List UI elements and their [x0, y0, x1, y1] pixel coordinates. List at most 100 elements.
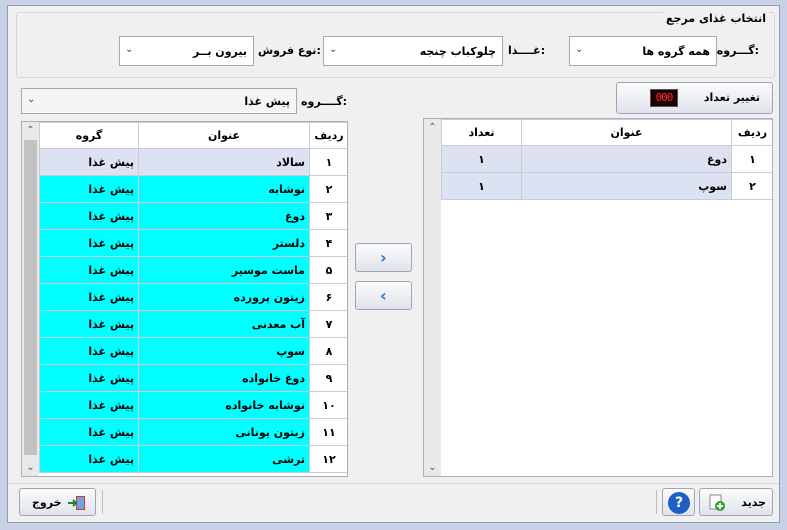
toolbar-separator: [656, 490, 657, 514]
row-number-cell[interactable]: ۲: [309, 175, 347, 203]
new-button[interactable]: جدید: [699, 488, 773, 516]
group-cell[interactable]: پیش غذا: [39, 310, 139, 338]
row-number-cell[interactable]: ۱۱: [309, 418, 347, 446]
group-cell[interactable]: پیش غذا: [39, 283, 139, 311]
row-number-cell[interactable]: ۱۰: [309, 391, 347, 419]
sale-type-label: نوع فروش:: [258, 44, 321, 57]
scroll-up-icon[interactable]: ⌃: [22, 122, 39, 139]
scroll-down-icon[interactable]: ⌄: [22, 459, 39, 476]
help-icon: ?: [668, 492, 690, 514]
col-header-count[interactable]: تعداد: [441, 119, 522, 146]
group-cell[interactable]: پیش غذا: [39, 148, 139, 176]
table-row[interactable]: پیش غذا ماست موسیر ۵: [39, 256, 347, 284]
reference-items-scrollbar[interactable]: ⌃ ⌄: [424, 119, 441, 476]
table-row[interactable]: پیش غذا سوپ ۸: [39, 337, 347, 365]
row-number-cell[interactable]: ۱: [731, 145, 772, 173]
title-cell[interactable]: سوپ: [521, 172, 732, 200]
table-row[interactable]: پیش غذا دوغ خانواده ۹: [39, 364, 347, 392]
title-cell[interactable]: سالاد: [138, 148, 310, 176]
title-cell[interactable]: آب معدنی: [138, 310, 310, 338]
counter-display: 000: [650, 89, 678, 107]
row-number-cell[interactable]: ۶: [309, 283, 347, 311]
sale-type-value: بیرون بــر: [192, 45, 247, 58]
table-row[interactable]: ۱ سوپ ۲: [441, 172, 772, 200]
scroll-thumb[interactable]: [24, 140, 37, 455]
help-button[interactable]: ?: [662, 488, 695, 516]
title-cell[interactable]: زیتون پرورده: [138, 283, 310, 311]
food-filter-dropdown[interactable]: چلوکباب چنجه ⌄: [323, 36, 503, 66]
row-number-cell[interactable]: ۳: [309, 202, 347, 230]
group-filter-dropdown[interactable]: همه گروه ها ⌄: [569, 36, 717, 66]
chevron-down-icon: ⌄: [27, 94, 36, 105]
title-cell[interactable]: ترشی: [138, 445, 310, 473]
group-cell[interactable]: پیش غذا: [39, 256, 139, 284]
scroll-up-icon[interactable]: ⌃: [424, 119, 441, 136]
new-document-icon: [708, 494, 726, 512]
col-header-row[interactable]: ردیف: [731, 119, 772, 146]
row-number-cell[interactable]: ۲: [731, 172, 772, 200]
group-cell[interactable]: پیش غذا: [39, 229, 139, 257]
table-row[interactable]: پیش غذا دوغ ۳: [39, 202, 347, 230]
left-group-value: پیش غذا: [244, 95, 290, 108]
row-number-cell[interactable]: ۵: [309, 256, 347, 284]
change-count-button[interactable]: 000 تغییر تعداد: [616, 82, 773, 114]
left-group-dropdown[interactable]: پیش غذا ⌄: [21, 88, 297, 114]
table-row[interactable]: پیش غذا سالاد ۱: [39, 148, 347, 176]
table-row[interactable]: پیش غذا نوشابه ۲: [39, 175, 347, 203]
chevron-down-icon: ⌄: [329, 44, 338, 55]
group-cell[interactable]: پیش غذا: [39, 364, 139, 392]
count-cell[interactable]: ۱: [441, 145, 522, 173]
title-cell[interactable]: دوغ: [138, 202, 310, 230]
table-row[interactable]: پیش غذا ترشی ۱۲: [39, 445, 347, 473]
left-group-label: گــــروه:: [301, 95, 348, 108]
row-number-cell[interactable]: ۴: [309, 229, 347, 257]
group-cell[interactable]: پیش غذا: [39, 418, 139, 446]
group-cell[interactable]: پیش غذا: [39, 445, 139, 473]
col-header-title[interactable]: عنوان: [138, 122, 310, 149]
add-to-reference-button[interactable]: ›: [355, 243, 412, 272]
row-number-cell[interactable]: ۱۲: [309, 445, 347, 473]
table-row[interactable]: پیش غذا آب معدنی ۷: [39, 310, 347, 338]
group-cell[interactable]: پیش غذا: [39, 391, 139, 419]
food-filter-value: چلوکباب چنجه: [419, 45, 496, 58]
chevron-left-icon: ‹: [380, 286, 387, 305]
title-cell[interactable]: دوغ خانواده: [138, 364, 310, 392]
food-list-grid: ⌃ ⌄ گروه عنوان ردیف پیش غذا سالاد ۱ پیش غذا…: [21, 121, 348, 477]
col-header-row[interactable]: ردیف: [309, 122, 347, 149]
exit-label: خروج: [32, 496, 62, 509]
title-cell[interactable]: دلستر: [138, 229, 310, 257]
scroll-down-icon[interactable]: ⌄: [424, 459, 441, 476]
new-label: جدید: [741, 496, 766, 509]
col-header-group[interactable]: گروه: [39, 122, 139, 149]
group-cell[interactable]: پیش غذا: [39, 175, 139, 203]
count-cell[interactable]: ۱: [441, 172, 522, 200]
title-cell[interactable]: زیتون یونانی: [138, 418, 310, 446]
table-row[interactable]: پیش غذا نوشابه خانواده ۱۰: [39, 391, 347, 419]
food-list-scrollbar[interactable]: ⌃ ⌄: [22, 122, 39, 476]
table-row[interactable]: ۱ دوغ ۱: [441, 145, 772, 173]
group-filter-label: گـــروه:: [716, 44, 759, 57]
bottom-divider: [8, 483, 779, 484]
title-cell[interactable]: ماست موسیر: [138, 256, 310, 284]
reference-food-window: انتخاب غذای مرجع گـــروه: همه گروه ها ⌄ …: [7, 5, 780, 523]
table-row[interactable]: پیش غذا زیتون پرورده ۶: [39, 283, 347, 311]
row-number-cell[interactable]: ۷: [309, 310, 347, 338]
title-cell[interactable]: نوشابه خانواده: [138, 391, 310, 419]
table-row[interactable]: پیش غذا دلستر ۴: [39, 229, 347, 257]
table-row[interactable]: پیش غذا زیتون یونانی ۱۱: [39, 418, 347, 446]
title-cell[interactable]: سوپ: [138, 337, 310, 365]
chevron-down-icon: ⌄: [575, 44, 584, 55]
reference-items-table: تعداد عنوان ردیف ۱ دوغ ۱ ۱ سوپ ۲: [441, 119, 772, 200]
section-title: انتخاب غذای مرجع: [663, 12, 769, 25]
row-number-cell[interactable]: ۱: [309, 148, 347, 176]
sale-type-dropdown[interactable]: بیرون بــر ⌄: [119, 36, 254, 66]
exit-button[interactable]: خروج: [19, 488, 96, 516]
group-cell[interactable]: پیش غذا: [39, 202, 139, 230]
row-number-cell[interactable]: ۸: [309, 337, 347, 365]
group-cell[interactable]: پیش غذا: [39, 337, 139, 365]
title-cell[interactable]: نوشابه: [138, 175, 310, 203]
col-header-title[interactable]: عنوان: [521, 119, 732, 146]
remove-from-reference-button[interactable]: ‹: [355, 281, 412, 310]
title-cell[interactable]: دوغ: [521, 145, 732, 173]
row-number-cell[interactable]: ۹: [309, 364, 347, 392]
